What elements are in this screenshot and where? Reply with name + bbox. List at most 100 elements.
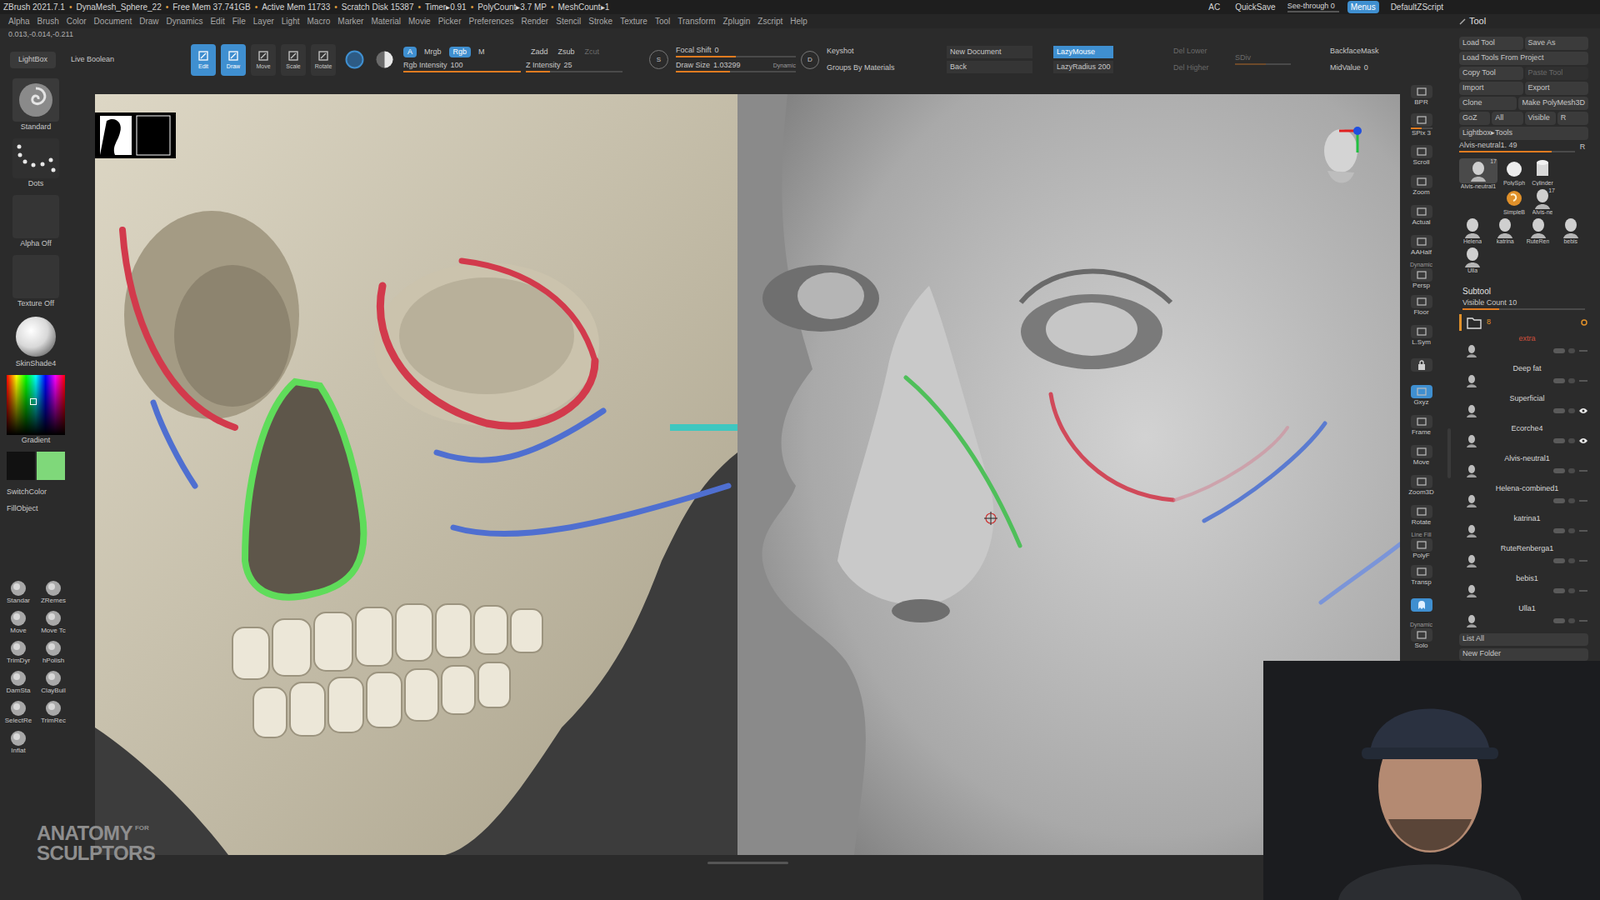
toggle[interactable] <box>1553 408 1565 414</box>
thumbnail-box[interactable] <box>1529 158 1556 180</box>
lazymouse-button[interactable]: LazyMouse <box>1053 45 1114 59</box>
thumbnail-box[interactable] <box>1459 216 1486 239</box>
color-mode-button[interactable]: Mrgb <box>420 46 446 58</box>
brush-slot[interactable]: TrimRec <box>37 696 70 727</box>
see-through-slider[interactable]: See-through 0 <box>1287 2 1340 13</box>
brush-slot[interactable]: Standar <box>2 576 35 607</box>
menu-item[interactable]: Movie <box>408 15 431 28</box>
eye-icon[interactable] <box>1578 617 1589 625</box>
strip-item[interactable]: Scroll <box>1403 140 1440 170</box>
keyshot-button[interactable]: Keyshot <box>826 45 919 58</box>
tool-button[interactable]: R <box>1557 111 1589 125</box>
strip-button[interactable] <box>1410 598 1433 612</box>
shelf-slider[interactable]: Rgb Intensity100 <box>403 61 521 73</box>
stroke-picker-thumb[interactable] <box>12 138 60 179</box>
subtool-item[interactable]: Alvis-neutral1 <box>1459 451 1589 482</box>
strip-item[interactable]: AAHalf <box>1403 230 1440 260</box>
toggle[interactable] <box>1568 468 1575 474</box>
menu-item[interactable]: Zplugin <box>723 15 751 28</box>
menu-item[interactable]: Material <box>370 15 401 28</box>
toggle[interactable] <box>1568 348 1575 354</box>
lightbox-button[interactable]: LightBox <box>10 51 56 69</box>
color-mode-button[interactable]: Rgb <box>449 46 472 58</box>
live-boolean-button[interactable]: Live Boolean <box>67 51 118 69</box>
strip-button[interactable] <box>1410 415 1433 429</box>
strip-item[interactable]: Zoom3D <box>1403 470 1440 500</box>
strip-item[interactable]: DynamicPersp <box>1403 260 1440 290</box>
subtool-folder[interactable]: 8 <box>1459 313 1589 332</box>
eye-icon[interactable] <box>1578 587 1589 595</box>
draw-icon[interactable]: D <box>800 50 820 70</box>
menu-item[interactable]: Draw <box>139 15 159 28</box>
menu-item[interactable]: Tool <box>655 15 670 28</box>
subtool-item[interactable]: Helena-combined1 <box>1459 481 1589 512</box>
strip-item[interactable]: Line FillPolyF <box>1403 530 1440 560</box>
menu-item[interactable]: Brush <box>37 15 60 28</box>
stroke-picker[interactable]: Dots <box>12 138 60 189</box>
menu-item[interactable]: Marker <box>337 15 364 28</box>
brush-slot[interactable]: hPolish <box>37 636 70 667</box>
slider-track[interactable] <box>675 55 796 58</box>
alpha-picker[interactable]: Alpha Off <box>12 195 60 249</box>
title-button[interactable]: AC <box>1205 0 1224 14</box>
toggle[interactable] <box>1553 588 1565 594</box>
strip-button[interactable] <box>1410 385 1433 399</box>
eye-icon[interactable] <box>1578 437 1589 445</box>
brush-slot[interactable]: ZRemes <box>37 576 70 607</box>
toggle[interactable] <box>1553 498 1565 504</box>
menu-item[interactable]: Alpha <box>8 15 30 28</box>
brush-slot[interactable]: Move <box>2 606 35 637</box>
fillobject-button[interactable]: FillObject <box>0 503 39 514</box>
color-swatch[interactable] <box>36 451 65 480</box>
menu-item[interactable]: File <box>232 15 246 28</box>
subtool-item[interactable]: Deep fat <box>1459 361 1589 392</box>
brush-picker-thumb[interactable] <box>12 78 60 122</box>
tool-thumbnail[interactable]: katrina <box>1491 216 1519 245</box>
toggle[interactable] <box>1568 498 1575 504</box>
strip-button[interactable] <box>1410 325 1433 339</box>
r-button[interactable]: R <box>1576 141 1589 154</box>
tool-button[interactable]: Save As <box>1525 36 1590 50</box>
strip-button[interactable] <box>1410 295 1433 309</box>
dynamic-toggle[interactable]: Dynamic <box>773 62 796 69</box>
strip-item[interactable]: Transp <box>1403 560 1440 590</box>
tool-button[interactable]: Make PolyMesh3D <box>1518 96 1589 110</box>
toggle[interactable] <box>1568 408 1575 414</box>
tool-thumbnail[interactable]: 17Alvis-ne <box>1529 187 1556 215</box>
document-button[interactable]: Back <box>946 60 1033 74</box>
color-picker[interactable] <box>6 375 65 435</box>
strip-button[interactable] <box>1410 175 1433 189</box>
tool-thumbnail[interactable]: bebis <box>1557 216 1585 245</box>
tool-button[interactable]: Clone <box>1459 96 1517 110</box>
menu-item[interactable]: Zscript <box>757 15 783 28</box>
toggle[interactable] <box>1553 348 1565 354</box>
z-mode-button[interactable]: Zadd <box>530 46 549 58</box>
strip-item[interactable]: Frame <box>1403 410 1440 440</box>
shelf-slider[interactable]: Focal Shift0 <box>675 46 796 58</box>
strip-item[interactable]: Zoom <box>1403 170 1440 200</box>
thumbnail-box[interactable] <box>1525 216 1552 239</box>
strip-item[interactable]: BPR <box>1403 80 1440 110</box>
z-mode-button[interactable]: Zsub <box>558 46 575 58</box>
menu-item[interactable]: Picker <box>438 15 462 28</box>
strip-item[interactable]: Move <box>1403 440 1440 470</box>
toggle[interactable] <box>1553 438 1565 444</box>
brush-picker[interactable]: Standard <box>12 78 60 132</box>
footer-button[interactable]: List All <box>1459 633 1589 646</box>
tool-button[interactable]: Import <box>1459 81 1524 95</box>
footer-button[interactable]: New Folder <box>1459 648 1589 661</box>
tool-thumbnail[interactable]: RuteRen <box>1525 216 1552 245</box>
slider-track[interactable] <box>525 70 623 73</box>
slider-track[interactable] <box>675 70 796 73</box>
color-mode-button[interactable]: A <box>403 46 417 58</box>
toggle[interactable] <box>1553 558 1565 564</box>
subtool-item[interactable]: Ecorche4 <box>1459 421 1589 452</box>
eye-icon[interactable] <box>1578 467 1589 475</box>
tool-button[interactable]: GoZ <box>1459 111 1490 125</box>
subtool-item[interactable]: RuteRenberga1 <box>1459 541 1589 572</box>
texture-picker[interactable]: Texture Off <box>12 255 60 309</box>
menu-item[interactable]: Stroke <box>588 15 613 28</box>
backfacemask-button[interactable]: BackfaceMask <box>1330 45 1389 58</box>
delete-button[interactable]: Del Lower <box>1173 45 1215 58</box>
strip-button[interactable] <box>1410 445 1433 459</box>
